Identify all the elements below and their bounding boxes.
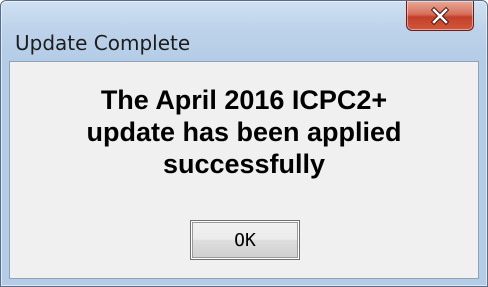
dialog-window: Update Complete The April 2016 ICPC2+ up… (0, 0, 488, 287)
ok-button[interactable]: OK (190, 220, 300, 260)
window-title: Update Complete (15, 31, 191, 55)
dialog-body: The April 2016 ICPC2+ update has been ap… (9, 61, 479, 279)
message-line-3: successfully (162, 149, 326, 179)
close-icon (431, 6, 449, 25)
message-line-1: The April 2016 ICPC2+ (100, 85, 388, 115)
title-bar[interactable]: Update Complete (1, 1, 487, 55)
message-line-2: update has been applied (86, 117, 402, 147)
message-text: The April 2016 ICPC2+ update has been ap… (10, 84, 478, 180)
close-button[interactable] (406, 1, 474, 31)
